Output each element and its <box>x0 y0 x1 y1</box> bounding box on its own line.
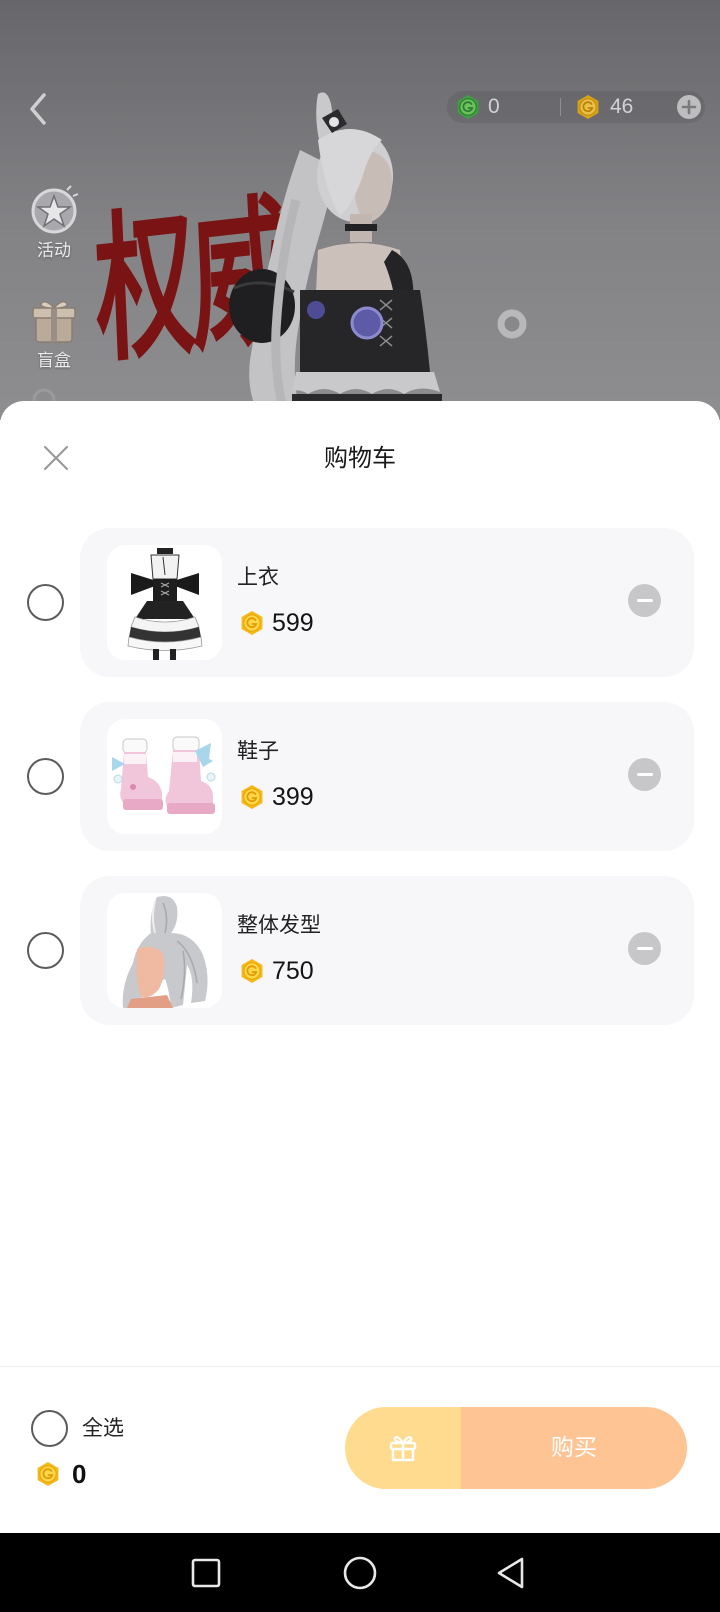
avatar-character <box>229 92 442 420</box>
buy-button[interactable]: 购买 <box>461 1407 687 1489</box>
silver-ponytail-icon <box>122 896 208 1008</box>
item-name: 上衣 <box>237 565 279 589</box>
cart-item-card[interactable]: 整体发型 750 <box>80 876 694 1025</box>
green-coin-icon <box>457 95 479 119</box>
gold-coin-icon <box>37 1462 59 1486</box>
select-all-radio[interactable] <box>31 1410 68 1447</box>
select-all-label[interactable]: 全选 <box>82 1413 124 1443</box>
item-thumbnail <box>107 893 222 1008</box>
triangle-back-icon <box>497 1557 524 1589</box>
item-select-radio[interactable] <box>27 932 64 969</box>
square-icon <box>191 1558 221 1588</box>
item-price: 599 <box>272 609 314 637</box>
gift-button[interactable] <box>345 1407 461 1489</box>
page-title: 购物车 <box>324 444 396 472</box>
cart-item: 上衣 599 <box>0 528 720 677</box>
background-scene: 权威 0 46 活动 盲盒 <box>0 0 720 420</box>
item-price: 750 <box>272 957 314 985</box>
pink-shoes-icon <box>112 736 216 814</box>
cart-item: 鞋子 399 <box>0 702 720 851</box>
star-badge-icon <box>31 185 79 234</box>
recents-button[interactable] <box>188 1555 224 1591</box>
item-name: 整体发型 <box>237 913 321 937</box>
circle-icon <box>343 1556 377 1590</box>
side-menu-label: 盲盒 <box>37 351 71 371</box>
plus-circle-icon[interactable] <box>676 94 702 120</box>
item-price: 399 <box>272 783 314 811</box>
cart-sheet: 购物车 上衣 599 鞋子 399 整体发型 750 全选 0 购买 <box>0 401 720 1533</box>
cart-item-card[interactable]: 鞋子 399 <box>80 702 694 851</box>
maid-dress-icon <box>127 548 203 660</box>
chevron-left-icon <box>30 93 46 125</box>
remove-item-button[interactable] <box>628 932 661 965</box>
side-menu-activity[interactable]: 活动 <box>20 184 88 276</box>
cart-item: 整体发型 750 <box>0 876 720 1025</box>
gem-balance: 0 <box>488 95 500 118</box>
item-select-radio[interactable] <box>27 758 64 795</box>
item-select-radio[interactable] <box>27 584 64 621</box>
back-button[interactable] <box>24 90 54 128</box>
side-menu-blind-box[interactable]: 盲盒 <box>20 294 88 386</box>
remove-item-button[interactable] <box>628 584 661 617</box>
gold-coin-icon <box>241 785 263 809</box>
gold-coin-icon <box>241 611 263 635</box>
system-nav-bar <box>0 1533 720 1612</box>
currency-bar: 0 46 <box>447 91 705 123</box>
coin-balance: 46 <box>610 95 634 118</box>
currency-separator <box>560 98 561 116</box>
item-thumbnail <box>107 719 222 834</box>
gift-box-icon <box>32 301 76 343</box>
gold-coin-icon <box>241 959 263 983</box>
cart-item-card[interactable]: 上衣 599 <box>80 528 694 677</box>
footer-divider <box>0 1366 720 1367</box>
home-button[interactable] <box>342 1555 378 1591</box>
total-price: 0 <box>72 1459 87 1489</box>
remove-item-button[interactable] <box>628 758 661 791</box>
side-menu-label: 活动 <box>37 241 71 261</box>
gift-icon <box>389 1436 417 1462</box>
item-name: 鞋子 <box>237 739 279 763</box>
item-thumbnail <box>107 545 222 660</box>
gold-coin-icon <box>577 95 599 119</box>
system-back-button[interactable] <box>493 1555 529 1591</box>
